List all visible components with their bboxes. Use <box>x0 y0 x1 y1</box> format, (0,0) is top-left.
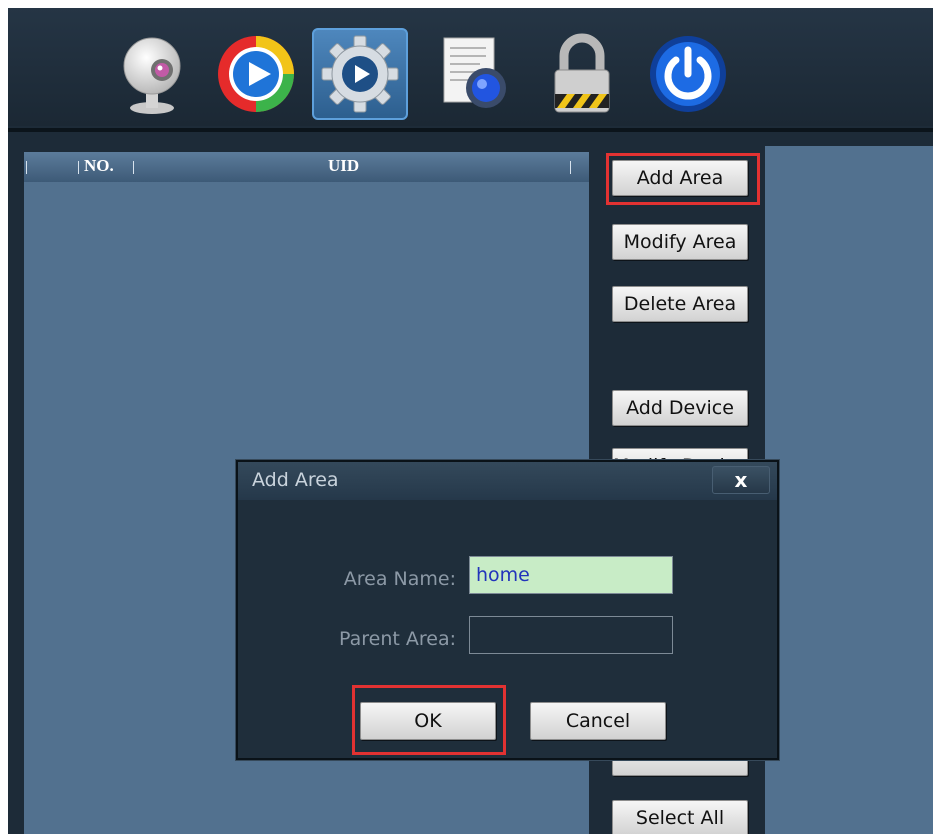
close-button[interactable]: x <box>712 466 770 494</box>
header-separator <box>78 161 79 174</box>
area-name-input[interactable] <box>469 556 673 594</box>
cancel-button[interactable]: Cancel <box>530 702 666 740</box>
toolbar-divider <box>8 128 933 132</box>
parent-area-input[interactable] <box>469 616 673 654</box>
select-all-button[interactable]: Select All <box>612 800 748 834</box>
add-area-dialog: Add Area x Area Name: Parent Area: OK Ca… <box>236 460 779 760</box>
close-icon: x <box>734 468 748 492</box>
column-header-no[interactable]: NO. <box>84 156 114 176</box>
list-header: NO. UID <box>24 152 589 182</box>
dialog-title: Add Area <box>252 469 339 491</box>
play-icon[interactable] <box>214 32 298 116</box>
padlock-icon[interactable] <box>540 32 624 116</box>
document-gear-icon[interactable] <box>432 32 516 116</box>
header-separator <box>570 161 571 174</box>
toolbar <box>8 8 933 126</box>
add-device-button[interactable]: Add Device <box>612 390 748 426</box>
power-icon[interactable] <box>646 32 730 116</box>
app-window: NO. UID Add Area Modify Area Delete Area… <box>8 8 933 834</box>
ok-highlight <box>352 685 506 755</box>
add-area-highlight <box>606 153 760 205</box>
gear-play-icon[interactable] <box>312 28 408 120</box>
dialog-titlebar[interactable]: Add Area x <box>238 462 777 500</box>
modify-area-button[interactable]: Modify Area <box>612 224 748 260</box>
area-name-label: Area Name: <box>343 568 456 590</box>
parent-area-label: Parent Area: <box>339 628 456 650</box>
column-header-uid[interactable]: UID <box>328 156 359 176</box>
right-panel <box>765 146 933 834</box>
webcam-icon[interactable] <box>110 32 194 116</box>
header-separator <box>26 161 27 174</box>
header-separator <box>133 161 134 174</box>
delete-area-button[interactable]: Delete Area <box>612 286 748 322</box>
